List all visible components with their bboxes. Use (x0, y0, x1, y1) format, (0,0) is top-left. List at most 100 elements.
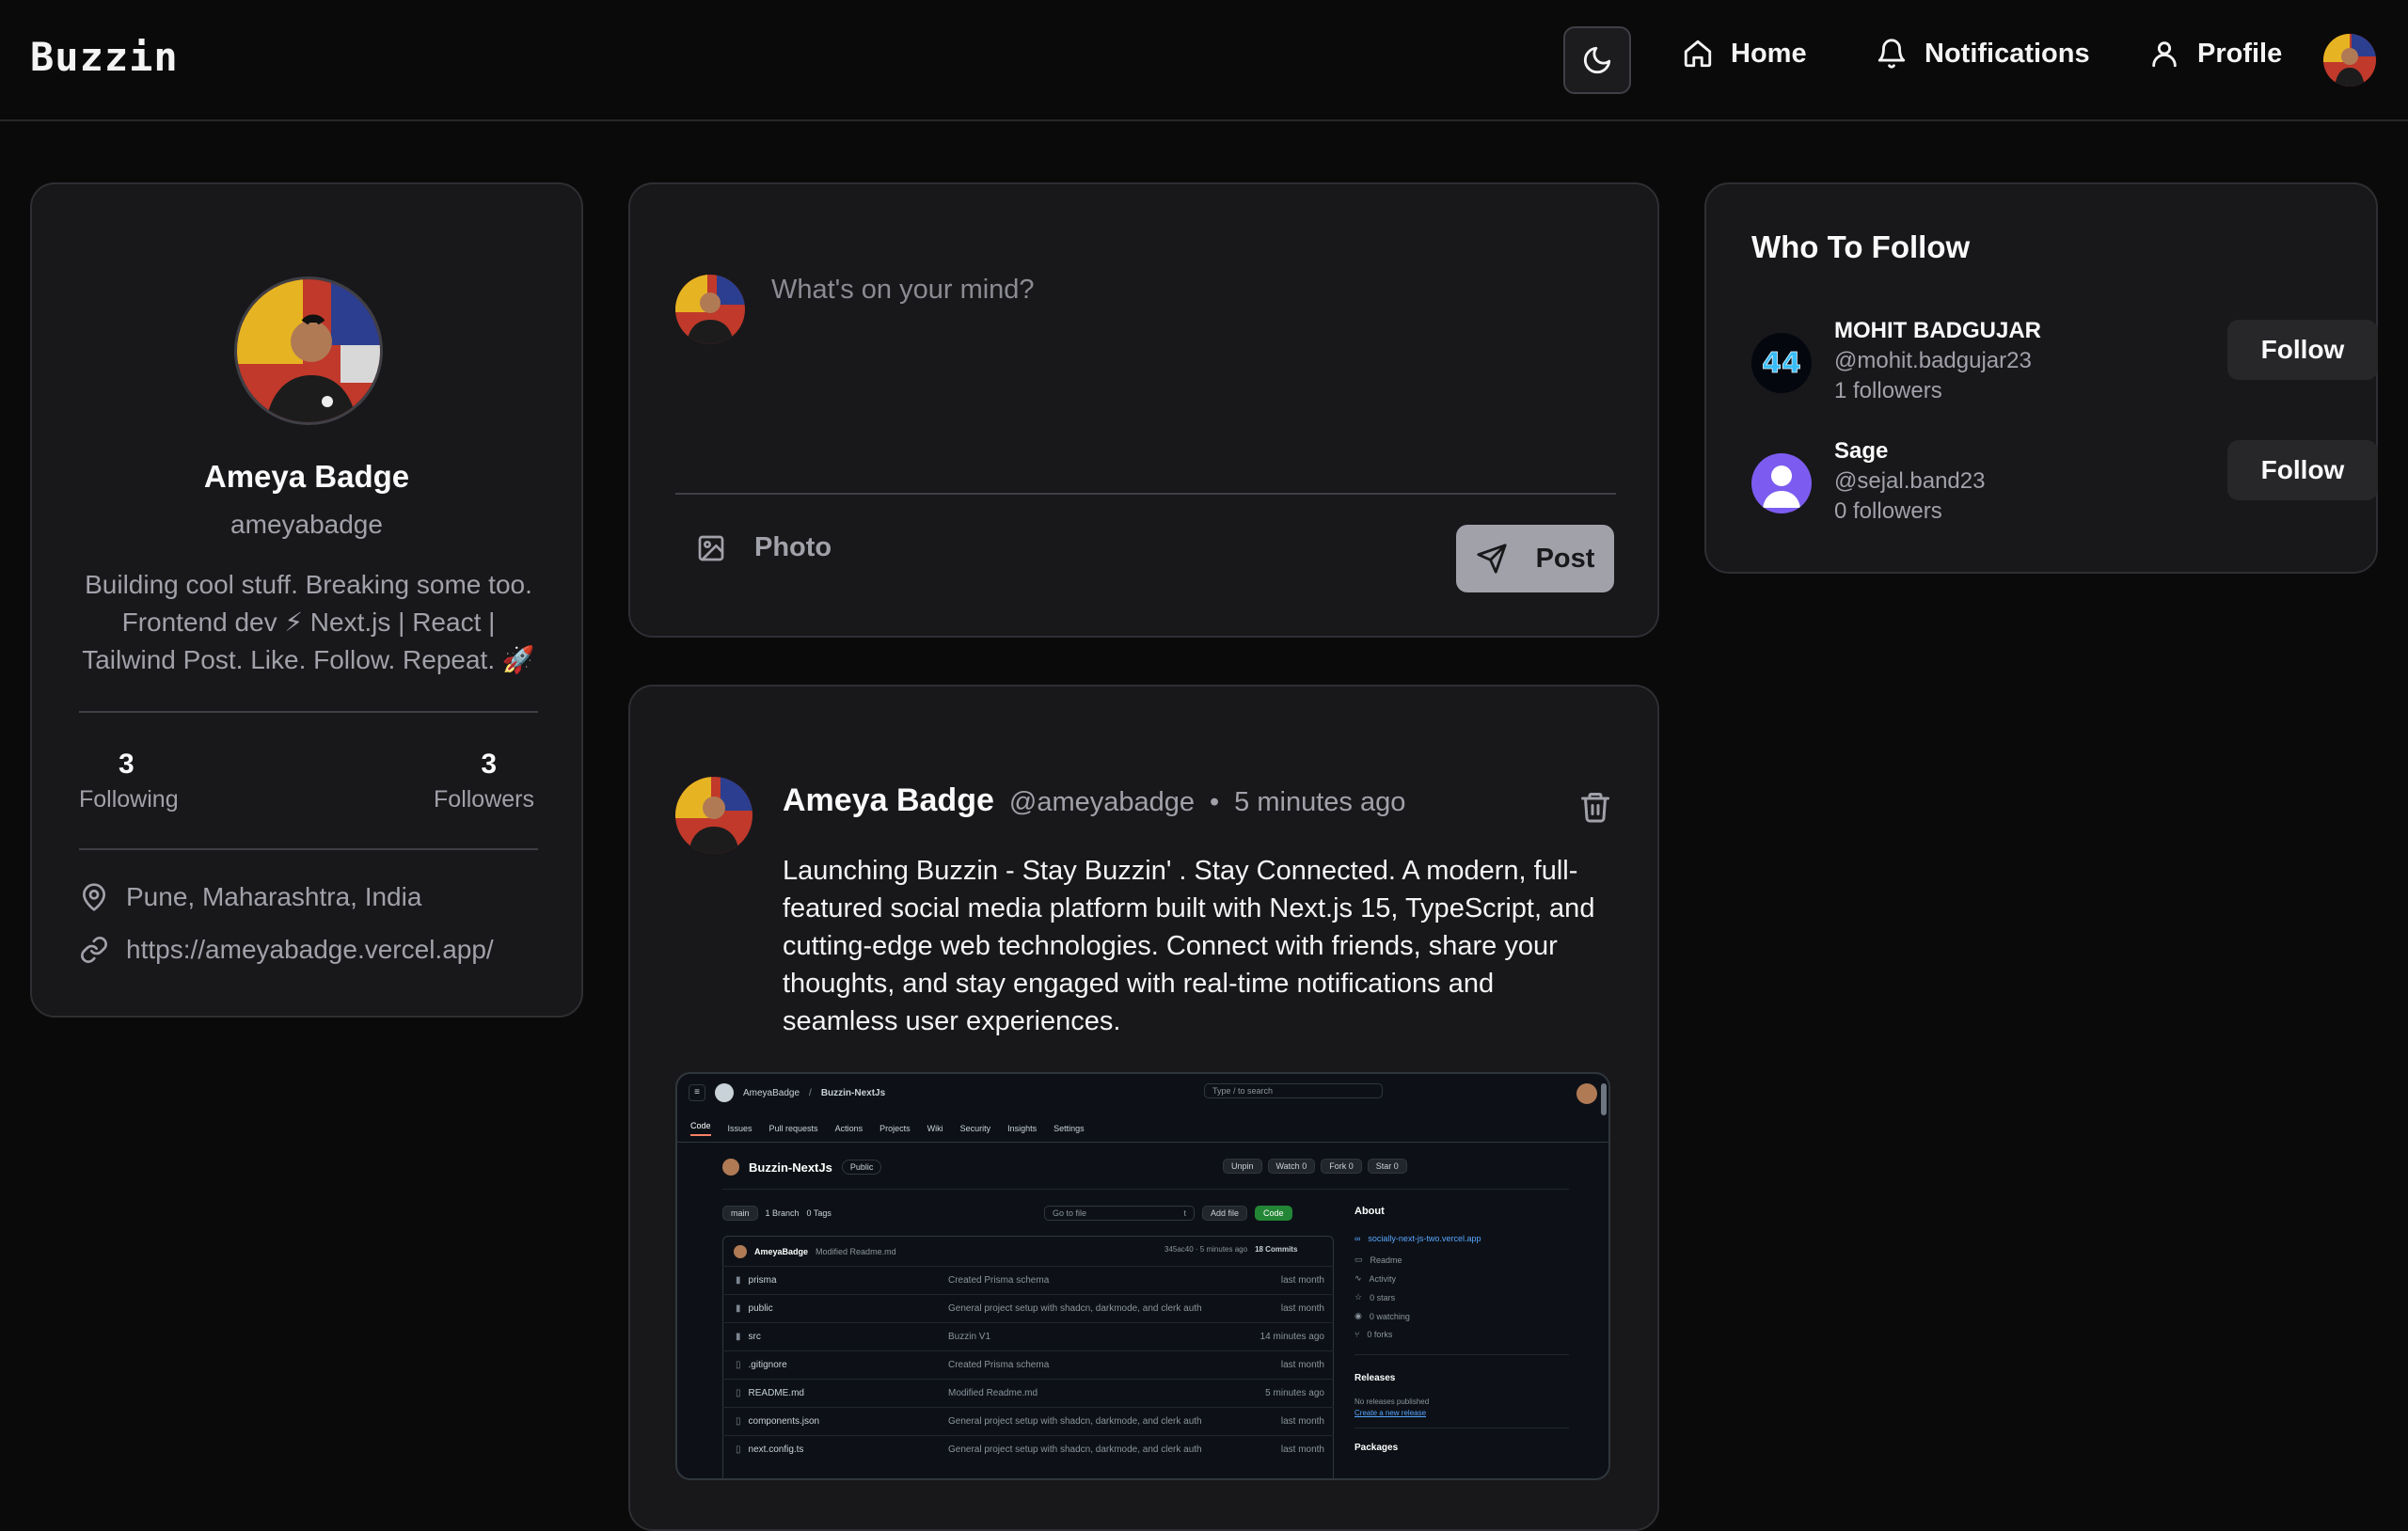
nav-profile-label: Profile (2197, 38, 2283, 69)
github-screenshot: ≡ AmeyaBadge / Buzzin-NextJs Type / to s… (677, 1074, 1608, 1478)
link-icon: ∞ (1354, 1234, 1361, 1243)
top-navbar: Buzzin Home Notifications Profile (0, 0, 2408, 121)
post-image[interactable]: ≡ AmeyaBadge / Buzzin-NextJs Type / to s… (675, 1072, 1610, 1480)
gh-about-item: ◉ 0 watching (1354, 1311, 1410, 1321)
gh-fork-count: 0 (1348, 1161, 1354, 1171)
nav-notifications[interactable]: Notifications (1876, 38, 2090, 70)
gh-file-date: last month (1280, 1416, 1324, 1427)
suggested-user-followers: 1 followers (1834, 378, 1942, 403)
gh-branch-bar: main 1 Branch 0 Tags (722, 1206, 832, 1221)
gh-file-date: last month (1280, 1275, 1324, 1286)
gh-commit-hash: 345ac40 · 5 minutes ago (1164, 1245, 1248, 1254)
gh-file-actions: Go to file t Add file Code (1044, 1206, 1292, 1221)
gh-file-name-cell: ▯ README.md (722, 1388, 948, 1398)
avatar-image (237, 279, 380, 422)
user-avatar-menu[interactable] (2323, 34, 2376, 87)
profile-divider (79, 848, 538, 850)
gh-about-item-text: 0 watching (1369, 1311, 1410, 1321)
gh-file-msg: Created Prisma schema (948, 1360, 1050, 1370)
bell-icon (1877, 39, 1906, 69)
gh-star-label: Star (1375, 1161, 1392, 1171)
post-author-name[interactable]: Ameya Badge (783, 782, 994, 819)
gh-goto-key: t (1183, 1208, 1186, 1218)
profile-divider (79, 711, 538, 713)
submit-post-button[interactable]: Post (1456, 525, 1614, 592)
avatar-image: 44 (1751, 333, 1812, 393)
suggested-user-handle: @mohit.badgujar23 (1834, 348, 2032, 373)
nav-profile[interactable]: Profile (2148, 38, 2282, 70)
trash-icon[interactable] (1578, 790, 1612, 824)
gh-about-item-text: Readme (1370, 1255, 1402, 1265)
gh-owner-avatar (722, 1159, 739, 1176)
folder-icon: ▮ (736, 1303, 741, 1314)
composer-avatar (675, 275, 745, 344)
gh-about-item: ☆ 0 stars (1354, 1292, 1395, 1302)
post-header: Ameya Badge @ameyabadge • 5 minutes ago (783, 782, 1405, 819)
gh-star: Star 0 (1367, 1159, 1407, 1174)
gh-fork: Fork 0 (1321, 1159, 1362, 1174)
gh-file-name: prisma (748, 1275, 777, 1286)
gh-file-name: src (748, 1332, 761, 1342)
brand-logo[interactable]: Buzzin (30, 34, 179, 80)
gh-packages-title: Packages (1354, 1443, 1399, 1453)
gh-file-row: ▮ src Buzzin V1 14 minutes ago (722, 1322, 1334, 1350)
svg-text:44: 44 (1762, 347, 1801, 380)
gh-about-item-text: 0 forks (1367, 1330, 1393, 1339)
file-icon: ▯ (736, 1416, 741, 1427)
profile-website[interactable]: https://ameyabadge.vercel.app/ (79, 935, 494, 965)
gh-file-name-cell: ▯ .gitignore (722, 1360, 948, 1370)
file-icon: ▯ (736, 1360, 741, 1370)
gh-tab: Code (690, 1121, 711, 1136)
gh-commit-msg: Modified Readme.md (816, 1247, 896, 1256)
gh-file-msg: General project setup with shadcn, darkm… (948, 1303, 1202, 1314)
suggested-user-avatar[interactable] (1751, 453, 1812, 513)
gh-file-msg: Created Prisma schema (948, 1275, 1050, 1286)
profile-name: Ameya Badge (203, 459, 410, 494)
suggested-user: Sage @sejal.band23 0 followers Follow (1751, 438, 2378, 542)
nav-home[interactable]: Home (1682, 38, 1807, 70)
user-icon (2152, 41, 2177, 68)
post-author-handle[interactable]: @ameyabadge (1009, 787, 1195, 818)
following-count: 3 (119, 749, 135, 780)
suggested-user-name[interactable]: MOHIT BADGUJAR (1834, 318, 2041, 344)
follow-button[interactable]: Follow (2227, 440, 2378, 500)
gh-tab: Issues (727, 1124, 752, 1133)
add-photo-label: Photo (754, 532, 832, 562)
gh-file-date: 5 minutes ago (1265, 1388, 1324, 1398)
gh-file-date: 14 minutes ago (1259, 1332, 1324, 1342)
gh-logo-icon (715, 1083, 734, 1102)
post-card: Ameya Badge @ameyabadge • 5 minutes ago … (628, 685, 1659, 1531)
gh-search-area: Type / to search (1204, 1083, 1383, 1098)
gh-code-button: Code (1255, 1206, 1292, 1221)
suggested-user-avatar[interactable]: 44 (1751, 333, 1812, 393)
profile-avatar[interactable] (234, 276, 383, 425)
gh-visibility: Public (841, 1160, 882, 1175)
gh-menu-icon: ≡ (689, 1084, 705, 1101)
gh-add-file: Add file (1202, 1206, 1248, 1221)
gh-file-row: ▯ README.md Modified Readme.md 5 minutes ag… (722, 1379, 1334, 1407)
follow-button[interactable]: Follow (2227, 320, 2378, 380)
gh-about-link-text: socially-next-js-two.vercel.app (1368, 1234, 1481, 1243)
fork-icon: ⑂ (1354, 1330, 1360, 1339)
gh-about-item: ▭ Readme (1354, 1255, 1402, 1265)
suggested-user-name[interactable]: Sage (1834, 438, 1888, 465)
profile-website-link[interactable]: https://ameyabadge.vercel.app/ (126, 935, 494, 965)
avatar-image (2323, 34, 2376, 87)
following-stat[interactable]: 3 Following (79, 749, 179, 813)
post-composer: Photo Post (628, 182, 1659, 638)
theme-toggle-button[interactable] (1563, 26, 1631, 94)
gh-file-name: next.config.ts (748, 1444, 804, 1455)
gh-file-name: public (748, 1303, 773, 1314)
gh-about-link: ∞ socially-next-js-two.vercel.app (1354, 1234, 1481, 1243)
gh-repo-actions: Unpin Watch 0 Fork 0 Star 0 (1223, 1159, 1407, 1174)
scrollbar (1601, 1083, 1607, 1115)
gh-releases-create: Create a new release (1354, 1409, 1427, 1417)
gh-repo: Buzzin-NextJs (820, 1087, 886, 1098)
add-photo-button[interactable]: Photo (696, 532, 832, 563)
post-author-avatar[interactable] (675, 777, 752, 854)
gh-file-name-cell: ▮ src (722, 1332, 948, 1342)
followers-stat[interactable]: 3 Followers (434, 749, 534, 813)
gh-search: Type / to search (1204, 1083, 1383, 1098)
gh-tab: Actions (834, 1124, 863, 1133)
composer-input[interactable] (771, 275, 1599, 444)
